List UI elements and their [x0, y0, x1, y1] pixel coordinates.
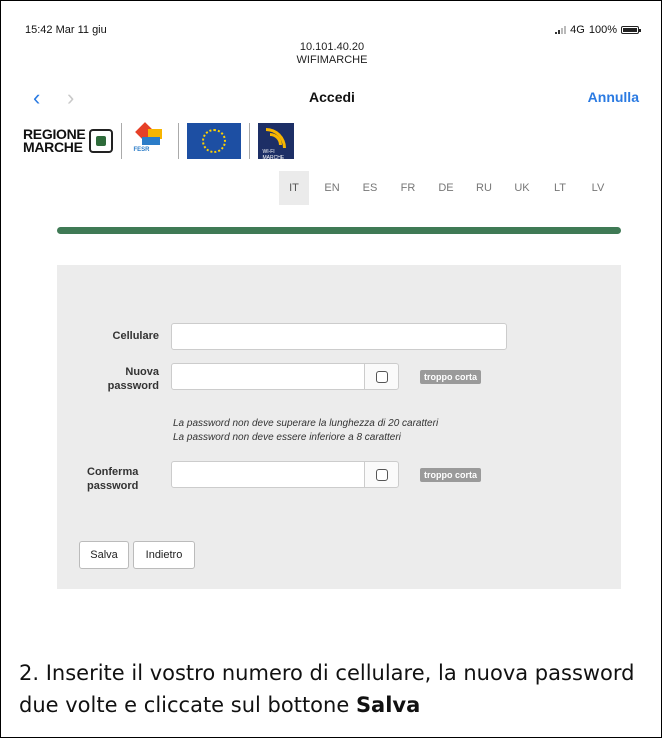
progress-bar	[57, 227, 621, 234]
divider	[178, 123, 180, 159]
lang-lt[interactable]: LT	[545, 171, 575, 205]
confirm-label-line2: password	[87, 480, 139, 492]
regione-marche-logo: REGIONE MARCHE	[23, 127, 86, 155]
url-ssid: WIFIMARCHE	[296, 54, 368, 66]
status-bar: 15:42 Mar 11 giu 4G 100%	[17, 17, 647, 39]
new-password-label-line1: Nuova	[125, 366, 159, 378]
eu-flag-logo	[187, 123, 242, 159]
crest-icon	[89, 129, 114, 153]
new-password-label-line2: password	[107, 380, 159, 392]
time-text: 15:42	[25, 24, 53, 36]
wifi-text: WI-FI MARCHE	[262, 149, 285, 161]
url-ip: 10.101.40.20	[299, 41, 365, 53]
confirm-strength-badge: troppo corta	[420, 468, 481, 482]
password-hint-max: La password non deve superare la lunghez…	[173, 418, 439, 429]
signal-icon	[555, 26, 567, 34]
regione-line-2: MARCHE	[23, 139, 83, 155]
lang-de[interactable]: DE	[431, 171, 461, 205]
lang-es[interactable]: ES	[355, 171, 385, 205]
strength-badge: troppo corta	[420, 370, 481, 384]
lang-uk[interactable]: UK	[507, 171, 537, 205]
figure-frame: 15:42 Mar 11 giu 4G 100% 10.101.40.20 WI…	[0, 0, 662, 738]
phone-input[interactable]	[171, 323, 507, 350]
registration-form: Cellulare Nuova password troppo corta La…	[57, 265, 621, 589]
fesr-text: FESR	[133, 147, 150, 153]
wifi-marche-logo: WI-FI MARCHE	[258, 123, 295, 161]
confirm-password-input[interactable]	[171, 461, 365, 488]
caption-bold: Salva	[355, 693, 421, 717]
status-time: 15:42 Mar 11 giu	[25, 24, 107, 36]
phone-label: Cellulare	[112, 330, 159, 342]
checkbox-icon	[376, 371, 388, 383]
divider	[249, 123, 251, 159]
date-text: Mar 11 giu	[55, 24, 107, 36]
nav-title: Accedi	[309, 89, 355, 105]
lang-en[interactable]: EN	[317, 171, 347, 205]
checkbox-icon	[376, 469, 388, 481]
caption-text: 2. Inserite il vostro numero di cellular…	[19, 661, 635, 717]
show-password-toggle[interactable]	[364, 363, 399, 390]
status-right: 4G 100%	[555, 24, 641, 36]
language-selector: IT EN ES FR DE RU UK LT LV	[279, 171, 621, 205]
nav-bar: ‹ › Accedi Annulla	[17, 83, 647, 111]
cancel-button[interactable]: Annulla	[588, 89, 639, 105]
lang-fr[interactable]: FR	[393, 171, 423, 205]
instruction-caption: 2. Inserite il vostro numero di cellular…	[19, 657, 649, 721]
fesr-logo: FESR	[130, 122, 170, 159]
new-password-label: Nuova password	[87, 365, 159, 393]
battery-icon	[621, 26, 641, 34]
back-button[interactable]: Indietro	[133, 541, 195, 569]
network-text: 4G	[570, 24, 585, 36]
confirm-password-label: Conferma password	[63, 465, 159, 493]
lang-it[interactable]: IT	[279, 171, 309, 205]
battery-percent: 100%	[588, 24, 617, 36]
password-hint-min: La password non deve essere inferiore a …	[173, 432, 401, 443]
divider	[121, 123, 123, 159]
device-screen: 15:42 Mar 11 giu 4G 100% 10.101.40.20 WI…	[17, 17, 647, 609]
new-password-input[interactable]	[171, 363, 365, 390]
lang-lv[interactable]: LV	[583, 171, 613, 205]
confirm-label-line1: Conferma	[87, 466, 139, 478]
logo-strip: REGIONE MARCHE FESR WI-FI MARCHE	[23, 121, 295, 161]
save-button[interactable]: Salva	[79, 541, 129, 569]
lang-ru[interactable]: RU	[469, 171, 499, 205]
show-confirm-toggle[interactable]	[364, 461, 399, 488]
url-bar[interactable]: 10.101.40.20 WIFIMARCHE	[17, 41, 647, 67]
